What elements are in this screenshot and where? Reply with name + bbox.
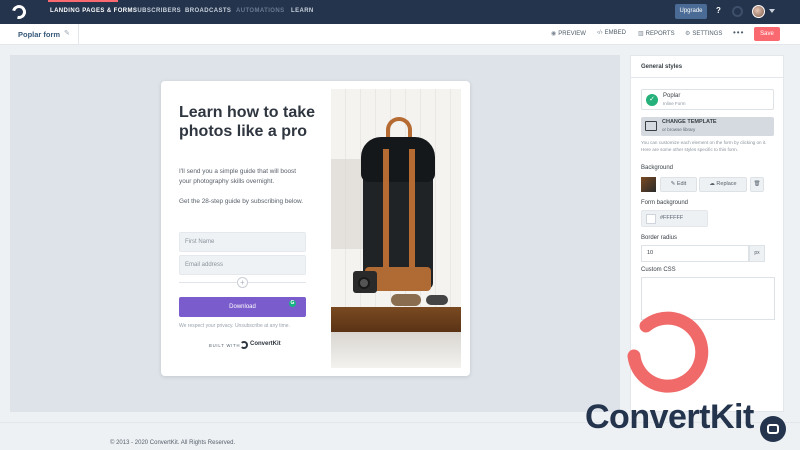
template-icon bbox=[645, 121, 657, 131]
embed-label: EMBED bbox=[604, 30, 627, 36]
email-field[interactable]: Email address bbox=[179, 255, 306, 275]
change-template-label: CHANGE TEMPLATE bbox=[662, 119, 717, 125]
built-with-label: BUILT WITH bbox=[209, 343, 241, 348]
download-button[interactable]: Download bbox=[179, 297, 306, 317]
chart-icon: ▥ bbox=[638, 31, 644, 37]
convertkit-mini-logo-icon bbox=[240, 341, 248, 349]
panel-title: General styles bbox=[641, 64, 683, 70]
edit-pencil-icon[interactable]: ✎ bbox=[64, 29, 70, 37]
divider bbox=[631, 77, 783, 78]
privacy-note[interactable]: We respect your privacy. Unsubscribe at … bbox=[179, 323, 290, 329]
check-icon: ✓ bbox=[646, 94, 658, 106]
preview-label: PREVIEW bbox=[558, 31, 586, 37]
border-radius-input[interactable]: 10 bbox=[641, 245, 749, 262]
form-background-picker[interactable]: #FFFFFF bbox=[641, 210, 708, 227]
avatar[interactable] bbox=[752, 5, 765, 18]
edit-label: Edit bbox=[676, 181, 687, 187]
preview-button[interactable]: ◉ PREVIEW bbox=[551, 30, 586, 37]
chat-button[interactable] bbox=[760, 416, 786, 442]
form-subdescription[interactable]: Get the 28-step guide by subscribing bel… bbox=[179, 197, 309, 207]
delete-background-button[interactable]: 🗑 bbox=[750, 177, 764, 192]
change-template-button[interactable]: CHANGE TEMPLATE or browse library bbox=[641, 117, 774, 136]
edit-background-button[interactable]: ✎ Edit bbox=[660, 177, 697, 192]
nav-landing-pages-forms[interactable]: LANDING PAGES & FORMS bbox=[50, 8, 137, 14]
nav-automations[interactable]: AUTOMATIONS bbox=[236, 8, 285, 14]
embed-button[interactable]: ‹/› EMBED bbox=[597, 30, 626, 36]
code-icon: ‹/› bbox=[597, 30, 603, 36]
settings-label: SETTINGS bbox=[692, 31, 723, 37]
template-type: Inline Form bbox=[663, 101, 686, 106]
active-tab-indicator bbox=[48, 0, 118, 2]
form-title[interactable]: Poplar form bbox=[18, 30, 60, 39]
settings-button[interactable]: ⚙ SETTINGS bbox=[685, 30, 722, 37]
nav-broadcasts[interactable]: BROADCASTS bbox=[185, 8, 231, 14]
copyright-text: © 2013 - 2020 ConvertKit. All Rights Res… bbox=[110, 440, 236, 446]
background-label: Background bbox=[641, 165, 674, 171]
replace-label: Replace bbox=[716, 181, 737, 187]
convertkit-watermark-text: ConvertKit bbox=[585, 398, 754, 436]
editor-toolbar: Poplar form ✎ ◉ PREVIEW ‹/› EMBED ▥ REPORTS… bbox=[0, 24, 800, 45]
panel-help-text: You can customize each element on the fo… bbox=[641, 140, 767, 152]
eye-icon: ◉ bbox=[551, 31, 557, 37]
more-options-icon[interactable]: ••• bbox=[733, 28, 744, 37]
reports-label: REPORTS bbox=[645, 31, 675, 37]
browse-library-label: or browse library bbox=[662, 127, 696, 132]
template-name: Poplar bbox=[663, 93, 681, 99]
form-image[interactable] bbox=[331, 89, 461, 368]
form-headline[interactable]: Learn how to take photos like a pro bbox=[179, 103, 319, 141]
reports-button[interactable]: ▥ REPORTS bbox=[638, 30, 675, 37]
help-icon[interactable]: ? bbox=[716, 6, 721, 15]
upgrade-button[interactable]: Upgrade bbox=[675, 4, 707, 19]
nav-subscribers[interactable]: SUBSCRIBERS bbox=[133, 8, 181, 14]
convertkit-watermark-icon bbox=[627, 311, 709, 393]
color-value: #FFFFFF bbox=[660, 215, 684, 221]
add-field-icon[interactable]: + bbox=[237, 277, 248, 288]
save-button[interactable]: Save bbox=[754, 27, 780, 41]
chevron-down-icon[interactable] bbox=[769, 9, 775, 13]
convertkit-logo-icon[interactable] bbox=[9, 2, 29, 22]
background-thumbnail[interactable] bbox=[641, 177, 656, 192]
grammarly-icon[interactable]: G bbox=[289, 300, 296, 307]
activity-icon bbox=[732, 6, 743, 17]
gear-icon: ⚙ bbox=[685, 31, 691, 37]
first-name-field[interactable]: First Name bbox=[179, 232, 306, 252]
color-swatch bbox=[646, 214, 656, 224]
current-template[interactable]: ✓ Poplar Inline Form bbox=[641, 89, 774, 110]
chat-icon bbox=[767, 424, 779, 434]
form-card[interactable]: Learn how to take photos like a pro I'll… bbox=[161, 81, 470, 376]
top-nav: LANDING PAGES & FORMS SUBSCRIBERS BROADC… bbox=[0, 0, 800, 24]
border-radius-label: Border radius bbox=[641, 235, 678, 241]
custom-css-label: Custom CSS bbox=[641, 267, 676, 273]
convertkit-badge[interactable]: ConvertKit bbox=[250, 341, 281, 347]
form-background-label: Form background bbox=[641, 200, 689, 206]
divider bbox=[78, 24, 79, 45]
trash-icon: 🗑 bbox=[753, 181, 761, 187]
nav-learn[interactable]: LEARN bbox=[291, 8, 314, 14]
replace-background-button[interactable]: ☁ Replace bbox=[699, 177, 747, 192]
form-description[interactable]: I'll send you a simple guide that will b… bbox=[179, 167, 309, 186]
unit-label: px bbox=[749, 245, 765, 262]
